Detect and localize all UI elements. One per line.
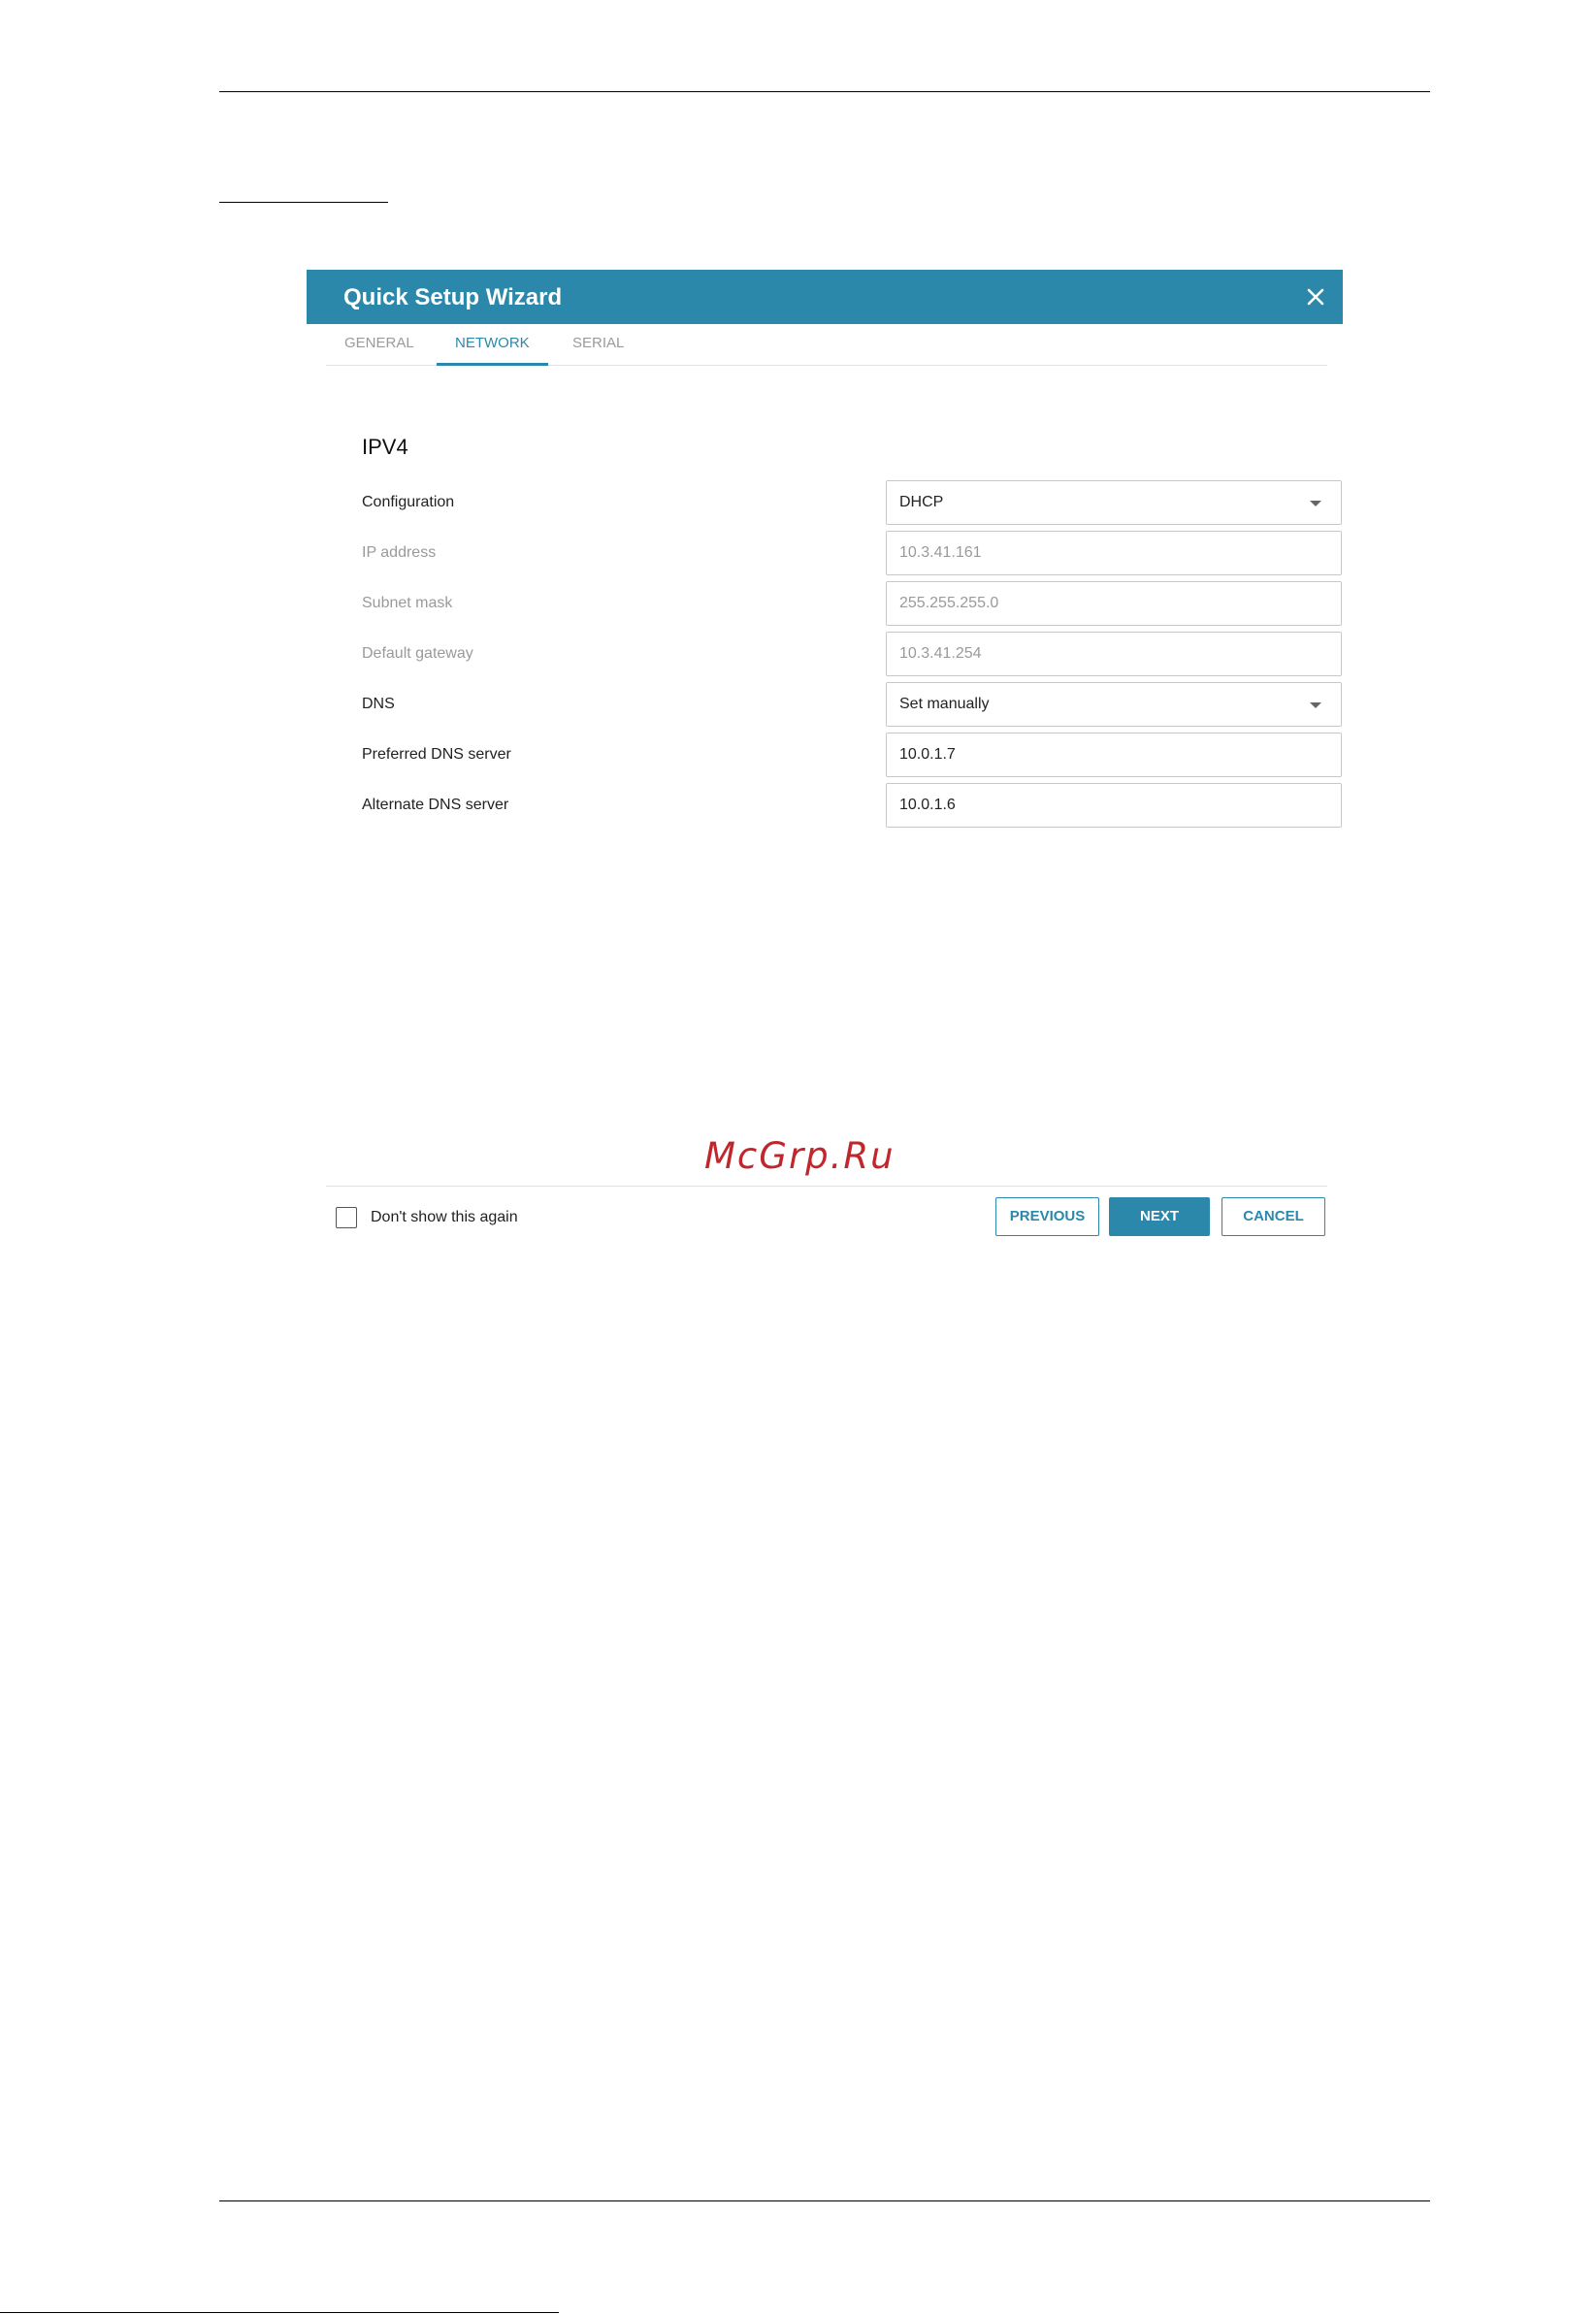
- page-heading-underline: [219, 202, 388, 203]
- tab-bar: GENERAL NETWORK SERIAL: [326, 324, 1327, 366]
- configuration-select[interactable]: DHCP: [886, 480, 1342, 525]
- subnet-mask-row: Subnet mask 255.255.255.0: [362, 581, 1342, 628]
- preferred-dns-input[interactable]: 10.0.1.7: [886, 733, 1342, 777]
- ip-address-field: 10.3.41.161: [886, 531, 1342, 575]
- alternate-dns-input[interactable]: 10.0.1.6: [886, 783, 1342, 828]
- dns-row: DNS Set manually: [362, 682, 1342, 729]
- subnet-mask-label: Subnet mask: [362, 595, 453, 611]
- watermark-text: McGrp.Ru: [704, 1135, 896, 1177]
- configuration-label: Configuration: [362, 494, 455, 510]
- configuration-row: Configuration DHCP: [362, 480, 1342, 527]
- cancel-button[interactable]: CANCEL: [1221, 1197, 1325, 1236]
- preferred-dns-row: Preferred DNS server 10.0.1.7: [362, 733, 1342, 779]
- tab-general[interactable]: GENERAL: [326, 324, 433, 363]
- tab-serial[interactable]: SERIAL: [554, 324, 642, 363]
- dns-select[interactable]: Set manually: [886, 682, 1342, 727]
- page-bottom-rule: [219, 2200, 1430, 2201]
- quick-setup-wizard-dialog: Quick Setup Wizard GENERAL NETWORK SERIA…: [307, 270, 1343, 1240]
- dns-value: Set manually: [899, 696, 990, 712]
- dont-show-again-label: Don't show this again: [371, 1209, 518, 1225]
- close-icon[interactable]: [1302, 283, 1329, 310]
- chevron-down-icon: [1310, 702, 1321, 708]
- chevron-down-icon: [1310, 501, 1321, 506]
- default-gateway-field: 10.3.41.254: [886, 632, 1342, 676]
- next-button[interactable]: NEXT: [1109, 1197, 1210, 1236]
- configuration-value: DHCP: [899, 494, 944, 510]
- dns-label: DNS: [362, 696, 395, 712]
- page-top-rule: [219, 91, 1430, 92]
- preferred-dns-label: Preferred DNS server: [362, 746, 511, 763]
- dialog-header: Quick Setup Wizard: [307, 270, 1343, 324]
- default-gateway-label: Default gateway: [362, 645, 473, 662]
- checkbox-icon[interactable]: [336, 1207, 357, 1228]
- section-title-ipv4: IPV4: [362, 435, 408, 459]
- ip-address-label: IP address: [362, 544, 437, 561]
- alternate-dns-label: Alternate DNS server: [362, 797, 509, 813]
- footer-divider: [326, 1186, 1327, 1187]
- page-footnote-rule: [0, 2312, 559, 2313]
- tab-network[interactable]: NETWORK: [437, 324, 548, 366]
- previous-button[interactable]: PREVIOUS: [995, 1197, 1099, 1236]
- default-gateway-row: Default gateway 10.3.41.254: [362, 632, 1342, 678]
- ip-address-row: IP address 10.3.41.161: [362, 531, 1342, 577]
- dialog-title: Quick Setup Wizard: [343, 284, 563, 310]
- alternate-dns-row: Alternate DNS server 10.0.1.6: [362, 783, 1342, 830]
- subnet-mask-field: 255.255.255.0: [886, 581, 1342, 626]
